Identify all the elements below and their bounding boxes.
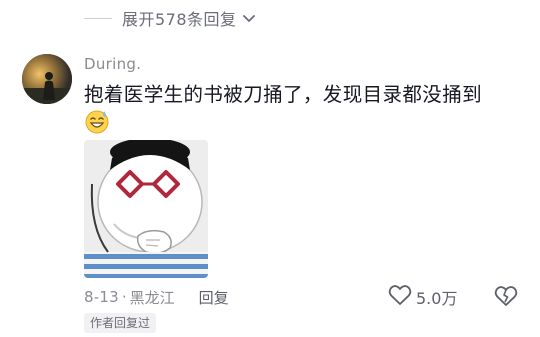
- comment-meta: 8-13 · 黑龙江 回复: [84, 285, 229, 309]
- reply-button[interactable]: 回复: [199, 287, 229, 308]
- username[interactable]: During.: [84, 55, 141, 73]
- comment-date: 8-13: [84, 288, 119, 306]
- comment-text: 抱着医学生的书被刀捅了，发现目录都没捅到: [84, 83, 483, 106]
- chevron-down-icon: [241, 10, 257, 26]
- heart-icon: [388, 284, 412, 310]
- dislike-button[interactable]: [494, 285, 518, 309]
- expand-replies-button[interactable]: 展开578条回复: [84, 6, 257, 30]
- like-button[interactable]: 5.0万: [388, 285, 457, 309]
- avatar[interactable]: [22, 54, 72, 104]
- grinning-sweat-emoji-icon: [84, 108, 110, 134]
- broken-heart-icon: [494, 286, 518, 311]
- divider-line: [84, 17, 112, 19]
- like-count: 5.0万: [416, 289, 458, 308]
- meta-separator: ·: [121, 288, 127, 306]
- comment-location: 黑龙江: [129, 288, 175, 307]
- expand-replies-label: 展开578条回复: [122, 10, 237, 29]
- thinking-face-sticker[interactable]: [84, 140, 208, 278]
- author-replied-tag: 作者回复过: [84, 313, 157, 333]
